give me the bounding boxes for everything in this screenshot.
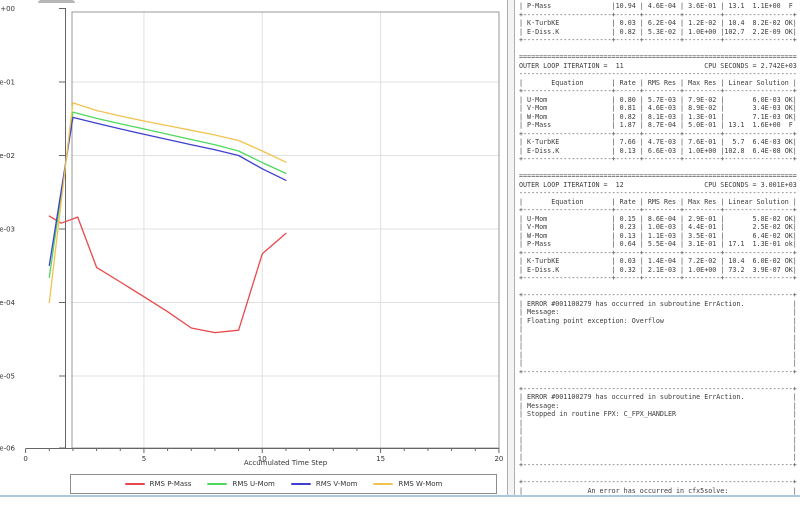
chart-legend: RMS P-Mass RMS U-Mom RMS V-Mom RMS W-Mom: [70, 474, 497, 494]
bottom-panel-edge: [0, 495, 800, 497]
legend-line-swatch: [373, 483, 394, 485]
series-line-rms-w-mom: [48, 102, 287, 304]
legend-label: RMS W-Mom: [398, 480, 443, 488]
chart-canvas: 1.0e+00 1.0e-01 1.0e-02 1.0e-03 1.0e-04 1.0e-…: [0, 5, 503, 463]
legend-label: RMS V-Mom: [315, 480, 358, 488]
legend-line-swatch: [207, 483, 228, 485]
y-tick-label: 1.0e+00: [0, 5, 15, 13]
series-line-rms-v-mom: [48, 116, 287, 267]
solver-output-console[interactable]: | P-Mass |10.94 | 4.6E-04 | 3.6E-01 | 13…: [517, 0, 798, 495]
legend-item-rms-p-mass: RMS P-Mass: [124, 480, 192, 488]
y-tick-label: 1.0e-01: [0, 79, 15, 87]
solver-output-text: | P-Mass |10.94 | 4.6E-04 | 3.6E-01 | 13…: [519, 2, 798, 495]
series-line-rms-p-mass: [48, 215, 287, 334]
legend-item-rms-u-mom: RMS U-Mom: [207, 480, 275, 488]
legend-item-rms-w-mom: RMS W-Mom: [373, 480, 442, 488]
series-line-rms-u-mom: [48, 111, 287, 278]
legend-line-swatch: [124, 483, 145, 485]
x-tick-label: 0: [23, 455, 27, 463]
residual-chart-panel: 1.0e+00 1.0e-01 1.0e-02 1.0e-03 1.0e-04 1.0e-…: [0, 0, 505, 501]
legend-item-rms-v-mom: RMS V-Mom: [290, 480, 358, 488]
window-chrome-fragment: [38, 0, 75, 3]
y-tick-label: 1.0e-03: [0, 226, 15, 234]
plot-frame: [71, 11, 500, 449]
legend-label: RMS P-Mass: [149, 480, 192, 488]
panel-splitter[interactable]: [507, 0, 515, 495]
y-tick-label: 1.0e-05: [0, 373, 15, 381]
residual-chart: 1.0e+00 1.0e-01 1.0e-02 1.0e-03 1.0e-04 1.0e-…: [0, 0, 505, 501]
legend-line-swatch: [290, 483, 311, 485]
legend-label: RMS U-Mom: [232, 480, 275, 488]
y-tick-label: 1.0e-04: [0, 299, 16, 307]
y-tick-label: 1.0e-06: [0, 445, 16, 453]
x-axis-title: Accumulated Time Step: [243, 459, 328, 467]
y-tick-label: 1.0e-02: [0, 152, 15, 160]
